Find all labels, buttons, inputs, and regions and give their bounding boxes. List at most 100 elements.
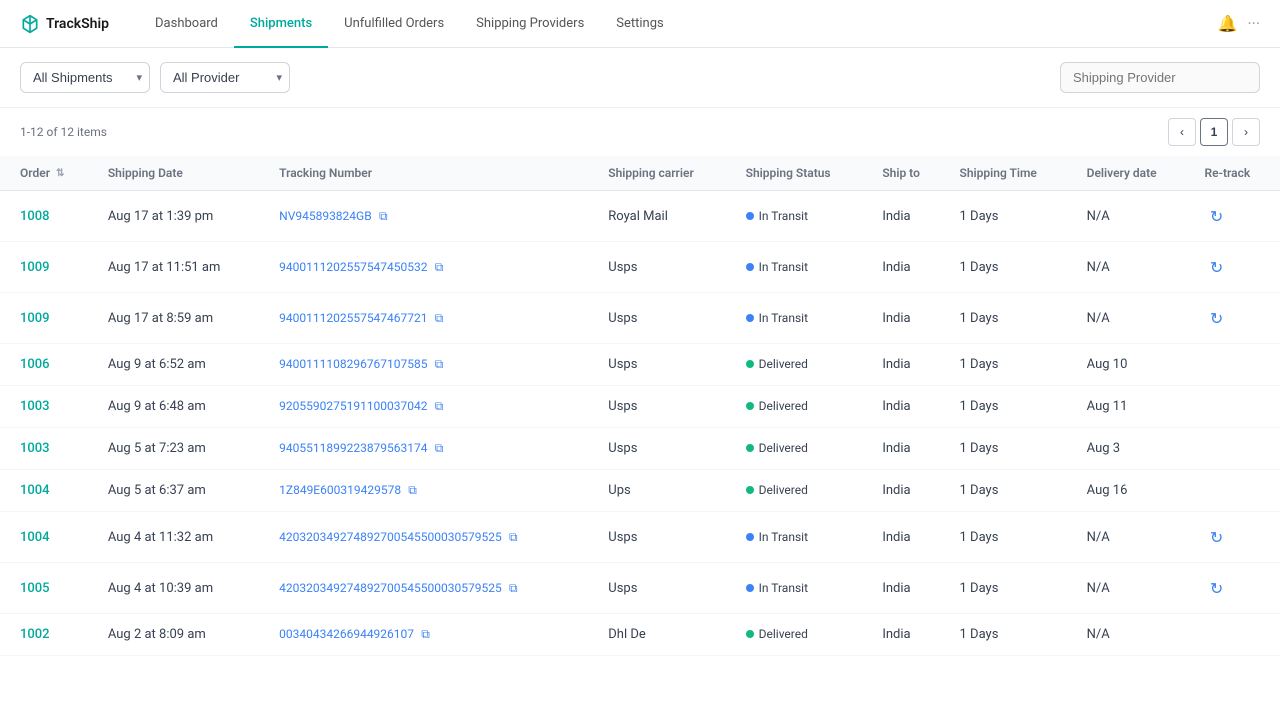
cell-retrack bbox=[1193, 428, 1280, 470]
cell-tracking-number: 420320349274892700545500030579525 ⧉ bbox=[267, 512, 596, 563]
nav-shipping-providers[interactable]: Shipping Providers bbox=[460, 1, 600, 48]
cell-delivery-date: Aug 10 bbox=[1075, 344, 1193, 386]
nav-shipments[interactable]: Shipments bbox=[234, 1, 328, 48]
tracking-number-link[interactable]: 9405511899223879563174 bbox=[279, 441, 427, 455]
th-retrack: Re-track bbox=[1193, 156, 1280, 191]
table-row: 1002 Aug 2 at 8:09 am 003404342669449261… bbox=[0, 614, 1280, 656]
status-label: Delivered bbox=[759, 357, 808, 371]
cell-retrack bbox=[1193, 470, 1280, 512]
copy-tracking-icon[interactable]: ⧉ bbox=[509, 581, 518, 595]
prev-page-button[interactable]: ‹ bbox=[1168, 118, 1196, 146]
th-order[interactable]: Order ⇅ bbox=[0, 156, 96, 191]
tracking-number-link[interactable]: 9205590275191100037042 bbox=[279, 399, 427, 413]
th-tracking-number: Tracking Number bbox=[267, 156, 596, 191]
retrack-button[interactable]: ↻ bbox=[1205, 525, 1229, 549]
order-link[interactable]: 1003 bbox=[20, 441, 50, 456]
retrack-button[interactable]: ↻ bbox=[1205, 306, 1229, 330]
copy-tracking-icon[interactable]: ⧉ bbox=[509, 530, 518, 544]
copy-tracking-icon[interactable]: ⧉ bbox=[435, 441, 444, 455]
cell-shipping-date: Aug 4 at 10:39 am bbox=[96, 563, 267, 614]
tracking-number-link[interactable]: NV945893824GB bbox=[279, 209, 372, 223]
cell-retrack: ↻ bbox=[1193, 191, 1280, 242]
cell-ship-to: India bbox=[870, 563, 947, 614]
order-link[interactable]: 1006 bbox=[20, 357, 50, 372]
th-shipping-status: Shipping Status bbox=[734, 156, 871, 191]
tracking-number-link[interactable]: 00340434266944926107 bbox=[279, 627, 414, 641]
order-link[interactable]: 1009 bbox=[20, 260, 50, 275]
cell-ship-to: India bbox=[870, 428, 947, 470]
tracking-number-link[interactable]: 1Z849E600319429578 bbox=[279, 483, 401, 497]
cell-carrier: Usps bbox=[596, 386, 733, 428]
order-link[interactable]: 1009 bbox=[20, 311, 50, 326]
order-link[interactable]: 1008 bbox=[20, 209, 50, 224]
cell-order: 1004 bbox=[0, 512, 96, 563]
copy-tracking-icon[interactable]: ⧉ bbox=[435, 399, 444, 413]
cell-delivery-date: Aug 3 bbox=[1075, 428, 1193, 470]
provider-filter-wrapper: All Provider USPS Royal Mail UPS DHL ▾ bbox=[160, 62, 290, 93]
status-badge: Delivered bbox=[746, 627, 808, 641]
cell-order: 1008 bbox=[0, 191, 96, 242]
retrack-button[interactable]: ↻ bbox=[1205, 204, 1229, 228]
cell-tracking-number: 1Z849E600319429578 ⧉ bbox=[267, 470, 596, 512]
more-options-icon[interactable]: ··· bbox=[1247, 14, 1260, 33]
copy-tracking-icon[interactable]: ⧉ bbox=[421, 627, 430, 641]
cell-status: In Transit bbox=[734, 293, 871, 344]
status-label: Delivered bbox=[759, 627, 808, 641]
cell-delivery-date: N/A bbox=[1075, 191, 1193, 242]
table-row: 1003 Aug 5 at 7:23 am 940551189922387956… bbox=[0, 428, 1280, 470]
cell-carrier: Usps bbox=[596, 242, 733, 293]
status-dot bbox=[746, 584, 754, 592]
shipping-provider-search[interactable] bbox=[1060, 62, 1260, 93]
cell-delivery-date: Aug 11 bbox=[1075, 386, 1193, 428]
status-label: In Transit bbox=[759, 209, 808, 223]
cell-ship-to: India bbox=[870, 191, 947, 242]
page-1-button[interactable]: 1 bbox=[1200, 118, 1228, 146]
cell-status: Delivered bbox=[734, 344, 871, 386]
tracking-number-link[interactable]: 420320349274892700545500030579525 bbox=[279, 530, 502, 544]
copy-tracking-icon[interactable]: ⧉ bbox=[435, 260, 444, 274]
cell-tracking-number: 9205590275191100037042 ⧉ bbox=[267, 386, 596, 428]
order-link[interactable]: 1003 bbox=[20, 399, 50, 414]
tracking-number-link[interactable]: 9400111202557547450532 bbox=[279, 260, 427, 274]
copy-tracking-icon[interactable]: ⧉ bbox=[435, 311, 444, 325]
table-row: 1009 Aug 17 at 11:51 am 9400111202557547… bbox=[0, 242, 1280, 293]
status-label: In Transit bbox=[759, 311, 808, 325]
retrack-button[interactable]: ↻ bbox=[1205, 576, 1229, 600]
cell-shipping-time: 1 Days bbox=[948, 428, 1075, 470]
status-dot bbox=[746, 402, 754, 410]
order-link[interactable]: 1004 bbox=[20, 530, 50, 545]
nav-dashboard[interactable]: Dashboard bbox=[139, 1, 234, 48]
main-nav: Dashboard Shipments Unfulfilled Orders S… bbox=[139, 0, 680, 47]
logo-icon bbox=[20, 14, 40, 34]
cell-shipping-date: Aug 9 at 6:48 am bbox=[96, 386, 267, 428]
order-link[interactable]: 1005 bbox=[20, 581, 50, 596]
tracking-number-link[interactable]: 9400111108296767107585 bbox=[279, 357, 427, 371]
copy-tracking-icon[interactable]: ⧉ bbox=[435, 357, 444, 371]
copy-tracking-icon[interactable]: ⧉ bbox=[408, 483, 417, 497]
cell-retrack: ↻ bbox=[1193, 563, 1280, 614]
retrack-button[interactable]: ↻ bbox=[1205, 255, 1229, 279]
cell-order: 1004 bbox=[0, 470, 96, 512]
cell-order: 1003 bbox=[0, 428, 96, 470]
th-ship-to: Ship to bbox=[870, 156, 947, 191]
nav-unfulfilled-orders[interactable]: Unfulfilled Orders bbox=[328, 1, 460, 48]
shipment-filter-wrapper: All Shipments In Transit Delivered ▾ bbox=[20, 62, 150, 93]
order-link[interactable]: 1004 bbox=[20, 483, 50, 498]
next-page-button[interactable]: › bbox=[1232, 118, 1260, 146]
order-link[interactable]: 1002 bbox=[20, 627, 50, 642]
status-badge: In Transit bbox=[746, 581, 808, 595]
cell-shipping-date: Aug 17 at 11:51 am bbox=[96, 242, 267, 293]
bell-icon[interactable]: 🔔 bbox=[1218, 14, 1238, 33]
tracking-number-link[interactable]: 420320349274892700545500030579525 bbox=[279, 581, 502, 595]
nav-settings[interactable]: Settings bbox=[600, 1, 679, 48]
status-badge: Delivered bbox=[746, 357, 808, 371]
shipment-filter-select[interactable]: All Shipments In Transit Delivered bbox=[20, 62, 150, 93]
cell-order: 1009 bbox=[0, 293, 96, 344]
cell-ship-to: India bbox=[870, 470, 947, 512]
copy-tracking-icon[interactable]: ⧉ bbox=[379, 209, 388, 223]
cell-order: 1005 bbox=[0, 563, 96, 614]
cell-shipping-time: 1 Days bbox=[948, 191, 1075, 242]
status-badge: In Transit bbox=[746, 530, 808, 544]
tracking-number-link[interactable]: 9400111202557547467721 bbox=[279, 311, 427, 325]
provider-filter-select[interactable]: All Provider USPS Royal Mail UPS DHL bbox=[160, 62, 290, 93]
